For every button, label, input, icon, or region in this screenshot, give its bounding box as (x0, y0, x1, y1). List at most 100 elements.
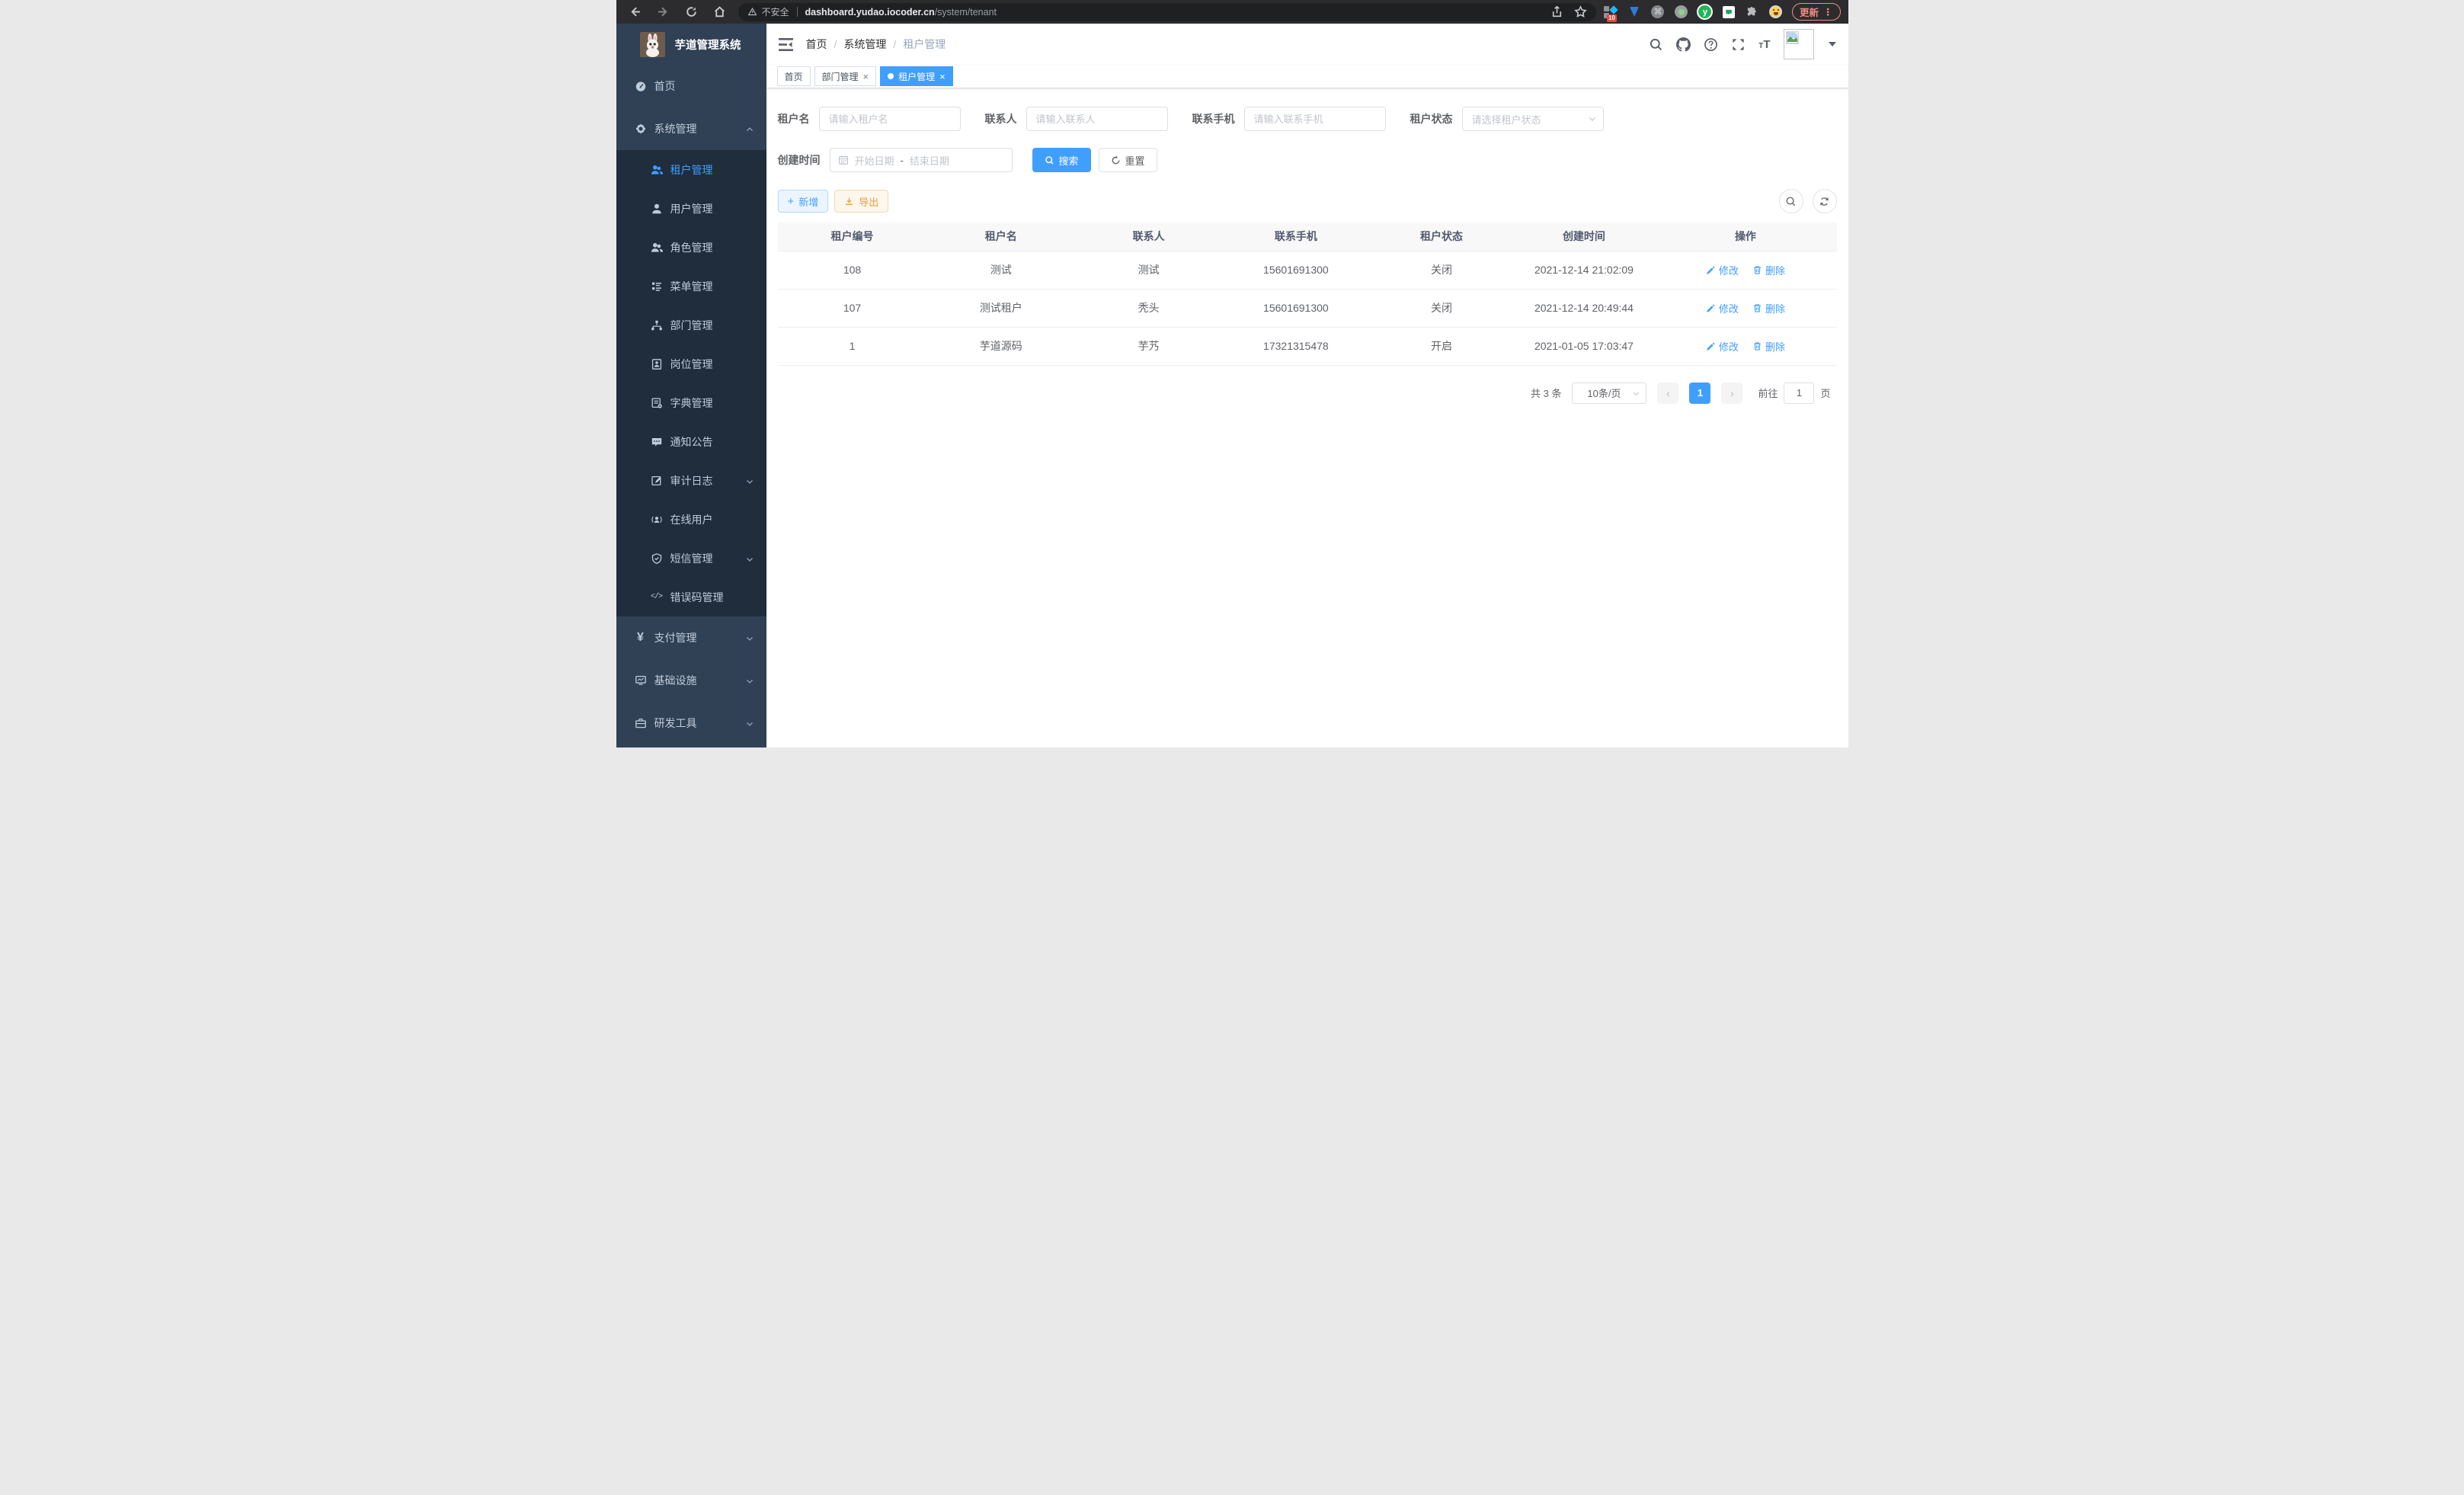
cell-created: 2021-12-14 21:02:09 (1514, 251, 1655, 289)
cell-phone: 15601691300 (1222, 289, 1369, 327)
home-icon[interactable] (713, 5, 726, 18)
next-page-button[interactable]: › (1721, 383, 1742, 404)
delete-link[interactable]: 删除 (1752, 301, 1785, 315)
bookmark-star-icon[interactable] (1574, 5, 1587, 18)
trash-icon (1752, 265, 1762, 275)
breadcrumb-home[interactable]: 首页 (806, 37, 827, 52)
extension-grid-icon[interactable]: 10 (1604, 5, 1618, 19)
dictionary-icon (650, 396, 664, 410)
sidebar: 芋道管理系统 首页 系统管理 租户管理 用户管理 (616, 24, 766, 748)
prev-page-button[interactable]: ‹ (1657, 383, 1678, 404)
tab-tenant[interactable]: 租户管理 × (880, 66, 953, 86)
security-chip[interactable]: 不安全 (747, 5, 789, 18)
sidebar-fold-icon[interactable] (779, 38, 793, 51)
avatar-dropdown-caret-icon[interactable] (1829, 42, 1836, 46)
sidebar-item-user[interactable]: 用户管理 (616, 189, 766, 228)
forward-icon[interactable] (657, 5, 670, 18)
delete-link[interactable]: 删除 (1752, 339, 1785, 354)
tenant-name-input[interactable] (819, 107, 961, 131)
page-size-select[interactable]: 10条/页 (1572, 383, 1646, 404)
edit-link[interactable]: 修改 (1706, 263, 1739, 277)
sidebar-item-dict[interactable]: 字典管理 (616, 383, 766, 422)
yen-icon: ¥ (634, 631, 648, 645)
back-icon[interactable] (629, 5, 642, 18)
sidebar-item-infra[interactable]: 基础设施 (616, 659, 766, 702)
breadcrumb-system[interactable]: 系统管理 (843, 37, 886, 52)
toggle-search-button[interactable] (1779, 189, 1803, 213)
share-icon[interactable] (1550, 5, 1563, 18)
goto-page-input[interactable] (1784, 383, 1814, 404)
refresh-icon (1111, 155, 1121, 165)
close-icon[interactable]: × (863, 71, 869, 82)
help-icon[interactable] (1704, 37, 1718, 52)
avatar[interactable] (1784, 29, 1814, 59)
reload-icon[interactable] (685, 5, 698, 18)
refresh-button[interactable] (1813, 189, 1837, 213)
extension-green-y-icon[interactable]: y (1698, 5, 1712, 19)
extension-kite-icon[interactable] (1627, 5, 1641, 19)
date-range-separator: - (901, 155, 904, 166)
extension-command-icon[interactable]: ⌘ (1651, 5, 1665, 19)
extension-emoji-icon[interactable] (1769, 5, 1783, 19)
edit-link[interactable]: 修改 (1706, 301, 1739, 315)
extension-chat-icon[interactable] (1722, 5, 1736, 19)
chrome-menu-icon[interactable]: ⋮ (1823, 6, 1833, 18)
github-icon[interactable] (1676, 37, 1691, 52)
sidebar-item-audit-log[interactable]: 审计日志 (616, 461, 766, 500)
sidebar-item-menu[interactable]: 菜单管理 (616, 267, 766, 306)
current-page[interactable]: 1 (1689, 383, 1710, 404)
sidebar-item-errcode[interactable]: </> 错误码管理 (616, 578, 766, 616)
table-toolbar: + 新增 导出 (778, 189, 1837, 213)
chrome-update-button[interactable]: 更新 ⋮ (1792, 3, 1841, 21)
sidebar-item-notice[interactable]: 通知公告 (616, 422, 766, 461)
extensions-row: 10 ⌘ y (1604, 5, 1783, 19)
sidebar-item-online-users[interactable]: 在线用户 (616, 500, 766, 539)
cell-created: 2021-01-05 17:03:47 (1514, 327, 1655, 365)
url-text[interactable]: dashboard.yudao.iocoder.cn/system/tenant (805, 7, 1543, 18)
users-icon (650, 163, 664, 177)
broken-image-icon (1786, 31, 1799, 44)
add-button[interactable]: + 新增 (778, 190, 829, 213)
tenant-page: 租户名 联系人 联系手机 租户状态 请选择租户状态 (766, 88, 1848, 748)
total-count: 共 3 条 (1531, 386, 1561, 400)
table-row: 108 测试 测试 15601691300 关闭 2021-12-14 21:0… (778, 251, 1837, 289)
delete-link[interactable]: 删除 (1752, 263, 1785, 277)
sidebar-item-label: 岗位管理 (670, 357, 713, 372)
phone-input[interactable] (1244, 107, 1386, 131)
extension-puzzle-icon[interactable] (1746, 5, 1759, 19)
fullscreen-icon[interactable] (1731, 37, 1746, 52)
navbar: 首页 / 系统管理 / 租户管理 TT (766, 24, 1848, 65)
sidebar-item-dept[interactable]: 部门管理 (616, 306, 766, 344)
chevron-down-icon (745, 633, 754, 642)
close-icon[interactable]: × (939, 71, 946, 82)
sidebar-item-label: 部门管理 (670, 318, 713, 333)
security-label: 不安全 (762, 5, 789, 18)
sidebar-item-post[interactable]: 岗位管理 (616, 344, 766, 383)
contact-input[interactable] (1026, 107, 1168, 131)
extension-dot-icon[interactable] (1675, 5, 1688, 19)
sidebar-item-label: 首页 (654, 78, 676, 94)
sidebar-item-tenant[interactable]: 租户管理 (616, 150, 766, 189)
reset-button[interactable]: 重置 (1099, 148, 1157, 172)
sidebar-item-role[interactable]: 角色管理 (616, 228, 766, 267)
sidebar-item-payment[interactable]: ¥ 支付管理 (616, 616, 766, 659)
cell-created: 2021-12-14 20:49:44 (1514, 289, 1655, 327)
sidebar-item-system[interactable]: 系统管理 (616, 107, 766, 150)
sidebar-item-home[interactable]: 首页 (616, 65, 766, 107)
tab-dept[interactable]: 部门管理 × (814, 66, 877, 86)
app-logo-block[interactable]: 芋道管理系统 (616, 24, 766, 65)
chevron-down-icon (1588, 114, 1597, 123)
sidebar-item-sms[interactable]: 短信管理 (616, 539, 766, 578)
page-size-value: 10条/页 (1587, 386, 1621, 400)
create-time-range-picker[interactable]: 开始日期 - 结束日期 (830, 148, 1013, 172)
sidebar-item-devtools[interactable]: 研发工具 (616, 702, 766, 744)
edit-link[interactable]: 修改 (1706, 339, 1739, 354)
search-button[interactable]: 搜索 (1032, 148, 1091, 172)
tab-home[interactable]: 首页 (777, 66, 811, 86)
font-size-icon[interactable]: TT (1758, 38, 1770, 51)
search-icon[interactable] (1649, 37, 1663, 52)
export-button[interactable]: 导出 (834, 190, 888, 213)
status-select[interactable]: 请选择租户状态 (1462, 107, 1604, 131)
address-bar[interactable]: 不安全 dashboard.yudao.iocoder.cn/system/te… (738, 3, 1596, 21)
edit-log-icon (650, 474, 664, 488)
